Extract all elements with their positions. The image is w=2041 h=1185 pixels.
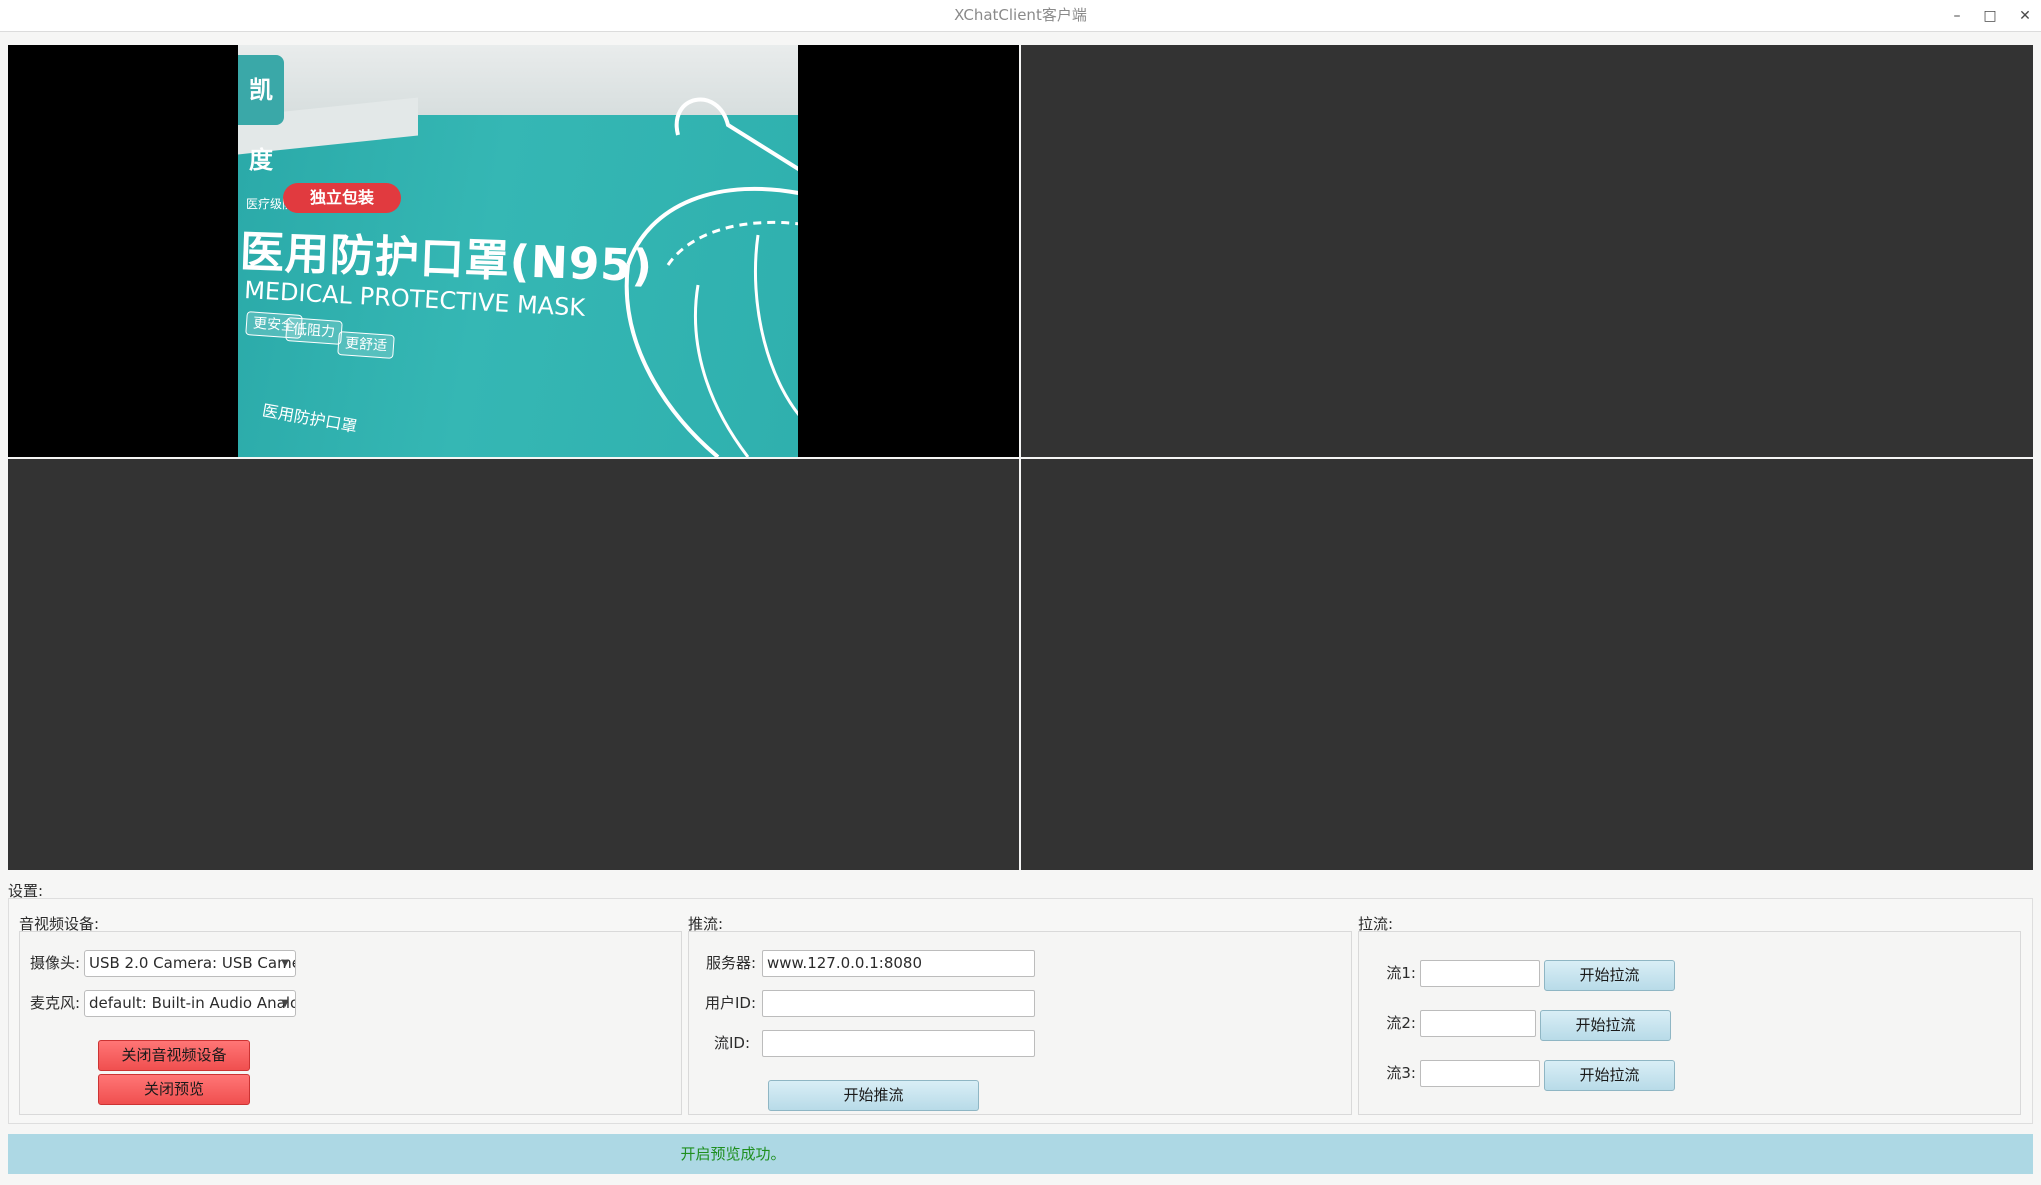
user-id-input[interactable] (762, 990, 1035, 1017)
video-pane-remote-2 (8, 459, 1019, 870)
feature-pill: 更舒适 (337, 331, 395, 359)
bottom-logo: 医用防护口罩 (260, 400, 359, 437)
maximize-button[interactable]: □ (1978, 5, 2002, 27)
stream-id-label: 流ID: (713, 1034, 750, 1052)
mask-illustration (624, 97, 798, 457)
minimize-button[interactable]: – (1945, 5, 1969, 27)
video-pane-remote-1 (1021, 45, 2033, 457)
window-title: XChatClient客户端 (954, 6, 1087, 24)
stream-3-input[interactable] (1420, 1060, 1540, 1087)
status-message: 开启预览成功。 (680, 1145, 786, 1163)
user-id-label: 用户ID: (704, 994, 756, 1012)
stream-1-input[interactable] (1420, 960, 1540, 987)
start-pull-1-button[interactable]: 开始拉流 (1544, 960, 1675, 991)
camera-select-value: USB 2.0 Camera: USB Came (89, 954, 296, 972)
mic-select-value: default: Built-in Audio Analog (89, 994, 296, 1012)
mic-label: 麦克风: (29, 994, 80, 1012)
stream-2-label: 流2: (1386, 1014, 1416, 1032)
close-av-device-button[interactable]: 关闭音视频设备 (98, 1040, 250, 1071)
close-button[interactable]: ✕ (2013, 5, 2037, 27)
start-push-button[interactable]: 开始推流 (768, 1080, 979, 1111)
camera-select[interactable]: USB 2.0 Camera: USB Came ▼ (84, 950, 296, 977)
video-pane-remote-3 (1021, 459, 2033, 870)
stream-3-label: 流3: (1386, 1064, 1416, 1082)
mic-select[interactable]: default: Built-in Audio Analog ▼ (84, 990, 296, 1017)
video-pane-local: 凯度 医疗级防护 独立包装 医用防护口罩(N95) MEDICAL PROTEC… (8, 45, 1019, 457)
camera-label: 摄像头: (29, 954, 80, 972)
camera-preview-image: 凯度 医疗级防护 独立包装 医用防护口罩(N95) MEDICAL PROTEC… (238, 45, 798, 457)
brand-badge: 凯度 (238, 55, 284, 174)
red-tag: 独立包装 (283, 183, 401, 213)
chevron-down-icon: ▼ (281, 958, 289, 969)
close-preview-button[interactable]: 关闭预览 (98, 1074, 250, 1105)
server-label: 服务器: (705, 954, 756, 972)
server-input[interactable]: www.127.0.0.1:8080 (762, 950, 1035, 977)
stream-2-input[interactable] (1420, 1010, 1536, 1037)
stream-1-label: 流1: (1386, 964, 1416, 982)
chevron-down-icon: ▼ (281, 998, 289, 1009)
stream-id-input[interactable] (762, 1030, 1035, 1057)
start-pull-3-button[interactable]: 开始拉流 (1544, 1060, 1675, 1091)
start-pull-2-button[interactable]: 开始拉流 (1540, 1010, 1671, 1041)
feature-pill: 低阻力 (285, 317, 343, 345)
